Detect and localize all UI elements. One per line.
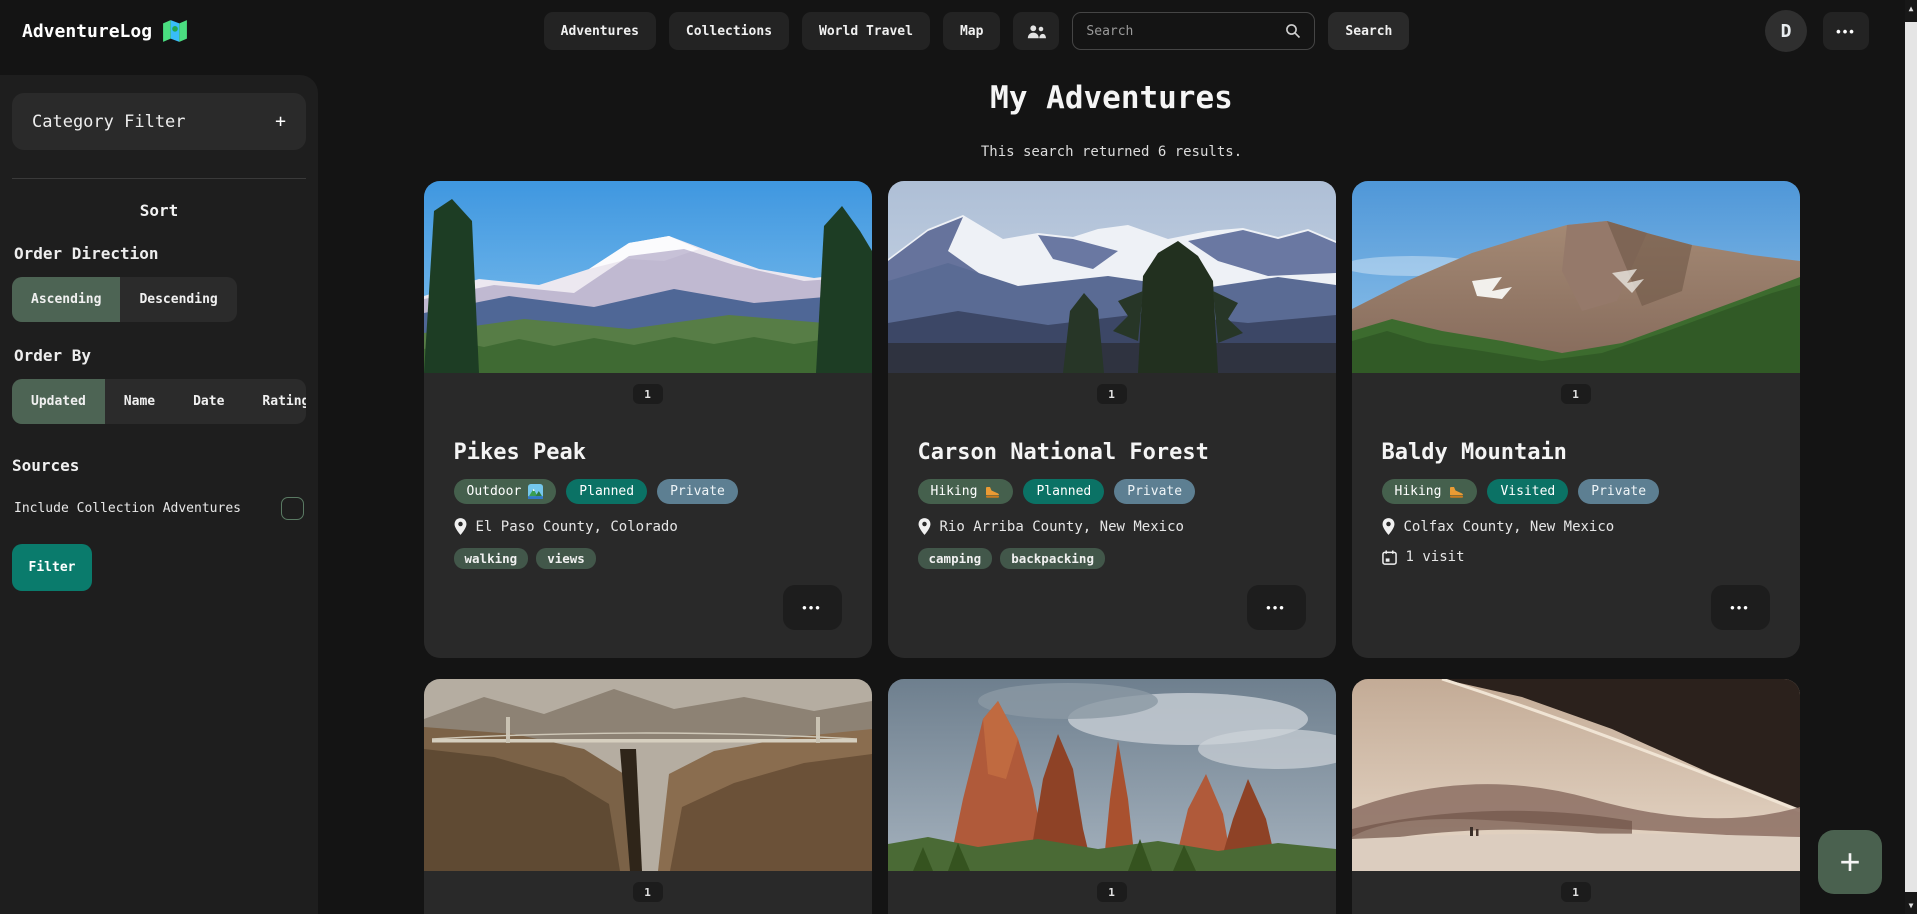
sidebar-divider	[12, 178, 306, 179]
order-by-rating[interactable]: Rating	[243, 379, 306, 424]
calendar-icon	[1382, 550, 1397, 565]
hiking-boot-icon	[1448, 485, 1464, 499]
users-icon	[1026, 22, 1046, 40]
adventure-photo	[1352, 181, 1800, 373]
adventure-card-4[interactable]: 1	[424, 679, 872, 914]
tag: walking	[454, 548, 529, 569]
add-adventure-button[interactable]: +	[1818, 830, 1882, 894]
include-collection-row: Include Collection Adventures	[12, 497, 306, 520]
order-direction-descending[interactable]: Descending	[120, 277, 236, 322]
avatar[interactable]: D	[1765, 10, 1807, 52]
card-menu-button[interactable]: •••	[1247, 585, 1306, 630]
order-by-date[interactable]: Date	[174, 379, 243, 424]
park-icon	[528, 484, 543, 499]
adventure-photo	[424, 181, 872, 373]
scroll-down-arrow-icon[interactable]: ▼	[1905, 901, 1917, 910]
image-count-badge: 1	[633, 882, 663, 902]
order-direction-group: Ascending Descending	[12, 277, 237, 322]
visit-count: 1 visit	[1406, 549, 1465, 565]
category-badge: Outdoor	[454, 479, 557, 504]
category-badge: Hiking	[1382, 479, 1478, 504]
adventure-card-baldy-mountain[interactable]: 1 Baldy Mountain Hiking Visited Private	[1352, 181, 1800, 658]
adventure-photo	[888, 181, 1336, 373]
overflow-menu-button[interactable]: •••	[1823, 12, 1869, 50]
order-by-label: Order By	[14, 346, 306, 365]
adventure-card-5[interactable]: 1	[888, 679, 1336, 914]
app-title: AdventureLog	[22, 21, 152, 42]
search-box	[1072, 12, 1315, 50]
adventure-card-carson-national-forest[interactable]: 1 Carson National Forest Hiking Planned …	[888, 181, 1336, 658]
nav-item-world-travel[interactable]: World Travel	[802, 12, 930, 50]
adventure-photo	[1352, 679, 1800, 871]
image-count-badge: 1	[1097, 882, 1127, 902]
sources-heading: Sources	[12, 456, 306, 475]
nav-right: D •••	[1765, 10, 1883, 52]
filter-sidebar: Category Filter + Sort Order Direction A…	[0, 75, 318, 914]
map-logo-icon	[162, 18, 188, 44]
adventure-title: Carson National Forest	[918, 440, 1306, 465]
plus-icon: +	[275, 111, 286, 132]
search-icon	[1285, 23, 1301, 39]
scroll-up-arrow-icon[interactable]: ▲	[1905, 4, 1917, 13]
nav-item-collections[interactable]: Collections	[669, 12, 789, 50]
status-badge: Planned	[566, 479, 647, 504]
tag: backpacking	[1000, 548, 1105, 569]
search-input[interactable]	[1086, 24, 1277, 39]
location-pin-icon	[454, 518, 467, 535]
page-title: My Adventures	[318, 80, 1905, 116]
order-direction-label: Order Direction	[14, 244, 306, 263]
image-count-badge: 1	[633, 384, 663, 404]
adventure-location: El Paso County, Colorado	[476, 519, 678, 535]
adventure-photo	[888, 679, 1336, 871]
status-badge: Visited	[1487, 479, 1568, 504]
image-count-badge: 1	[1097, 384, 1127, 404]
filter-button[interactable]: Filter	[12, 544, 92, 591]
card-menu-button[interactable]: •••	[1711, 585, 1770, 630]
adventure-card-pikes-peak[interactable]: 1 Pikes Peak Outdoor Planned	[424, 181, 872, 658]
tag: camping	[918, 548, 993, 569]
adventure-grid: 1 Pikes Peak Outdoor Planned	[318, 181, 1905, 914]
order-by-group: Updated Name Date Rating	[12, 379, 306, 424]
category-badge: Hiking	[918, 479, 1014, 504]
nav-item-adventures[interactable]: Adventures	[544, 12, 656, 50]
ellipsis-icon: •••	[1836, 24, 1856, 39]
adventure-title: Baldy Mountain	[1382, 440, 1770, 465]
adventure-location: Rio Arriba County, New Mexico	[940, 519, 1184, 535]
order-direction-ascending[interactable]: Ascending	[12, 277, 120, 322]
search-button[interactable]: Search	[1328, 12, 1409, 50]
location-pin-icon	[1382, 518, 1395, 535]
image-count-badge: 1	[1561, 384, 1591, 404]
nav-item-map[interactable]: Map	[943, 12, 1000, 50]
image-count-badge: 1	[1561, 882, 1591, 902]
navbar: AdventureLog Adventures Collections Worl…	[0, 0, 1905, 62]
privacy-badge: Private	[1114, 479, 1195, 504]
page-scrollbar[interactable]: ▲ ▼	[1905, 0, 1917, 914]
adventure-card-6[interactable]: 1	[1352, 679, 1800, 914]
card-menu-button[interactable]: •••	[783, 585, 842, 630]
tag: views	[536, 548, 596, 569]
results-summary: This search returned 6 results.	[318, 144, 1905, 160]
adventure-photo	[424, 679, 872, 871]
adventure-title: Pikes Peak	[454, 440, 842, 465]
scrollbar-thumb[interactable]	[1905, 22, 1917, 892]
nav-menu: Adventures Collections World Travel Map …	[544, 12, 1410, 50]
status-badge: Planned	[1023, 479, 1104, 504]
category-filter-toggle[interactable]: Category Filter +	[12, 93, 306, 150]
privacy-badge: Private	[657, 479, 738, 504]
app-logo[interactable]: AdventureLog	[22, 18, 188, 44]
category-filter-label: Category Filter	[32, 112, 186, 132]
sort-heading: Sort	[12, 201, 306, 220]
main-content: My Adventures This search returned 6 res…	[318, 62, 1905, 914]
include-collection-checkbox[interactable]	[281, 497, 304, 520]
adventure-location: Colfax County, New Mexico	[1404, 519, 1615, 535]
order-by-name[interactable]: Name	[105, 379, 174, 424]
privacy-badge: Private	[1578, 479, 1659, 504]
location-pin-icon	[918, 518, 931, 535]
users-button[interactable]	[1013, 12, 1059, 50]
order-by-updated[interactable]: Updated	[12, 379, 105, 424]
include-collection-label: Include Collection Adventures	[14, 501, 241, 516]
hiking-boot-icon	[984, 485, 1000, 499]
